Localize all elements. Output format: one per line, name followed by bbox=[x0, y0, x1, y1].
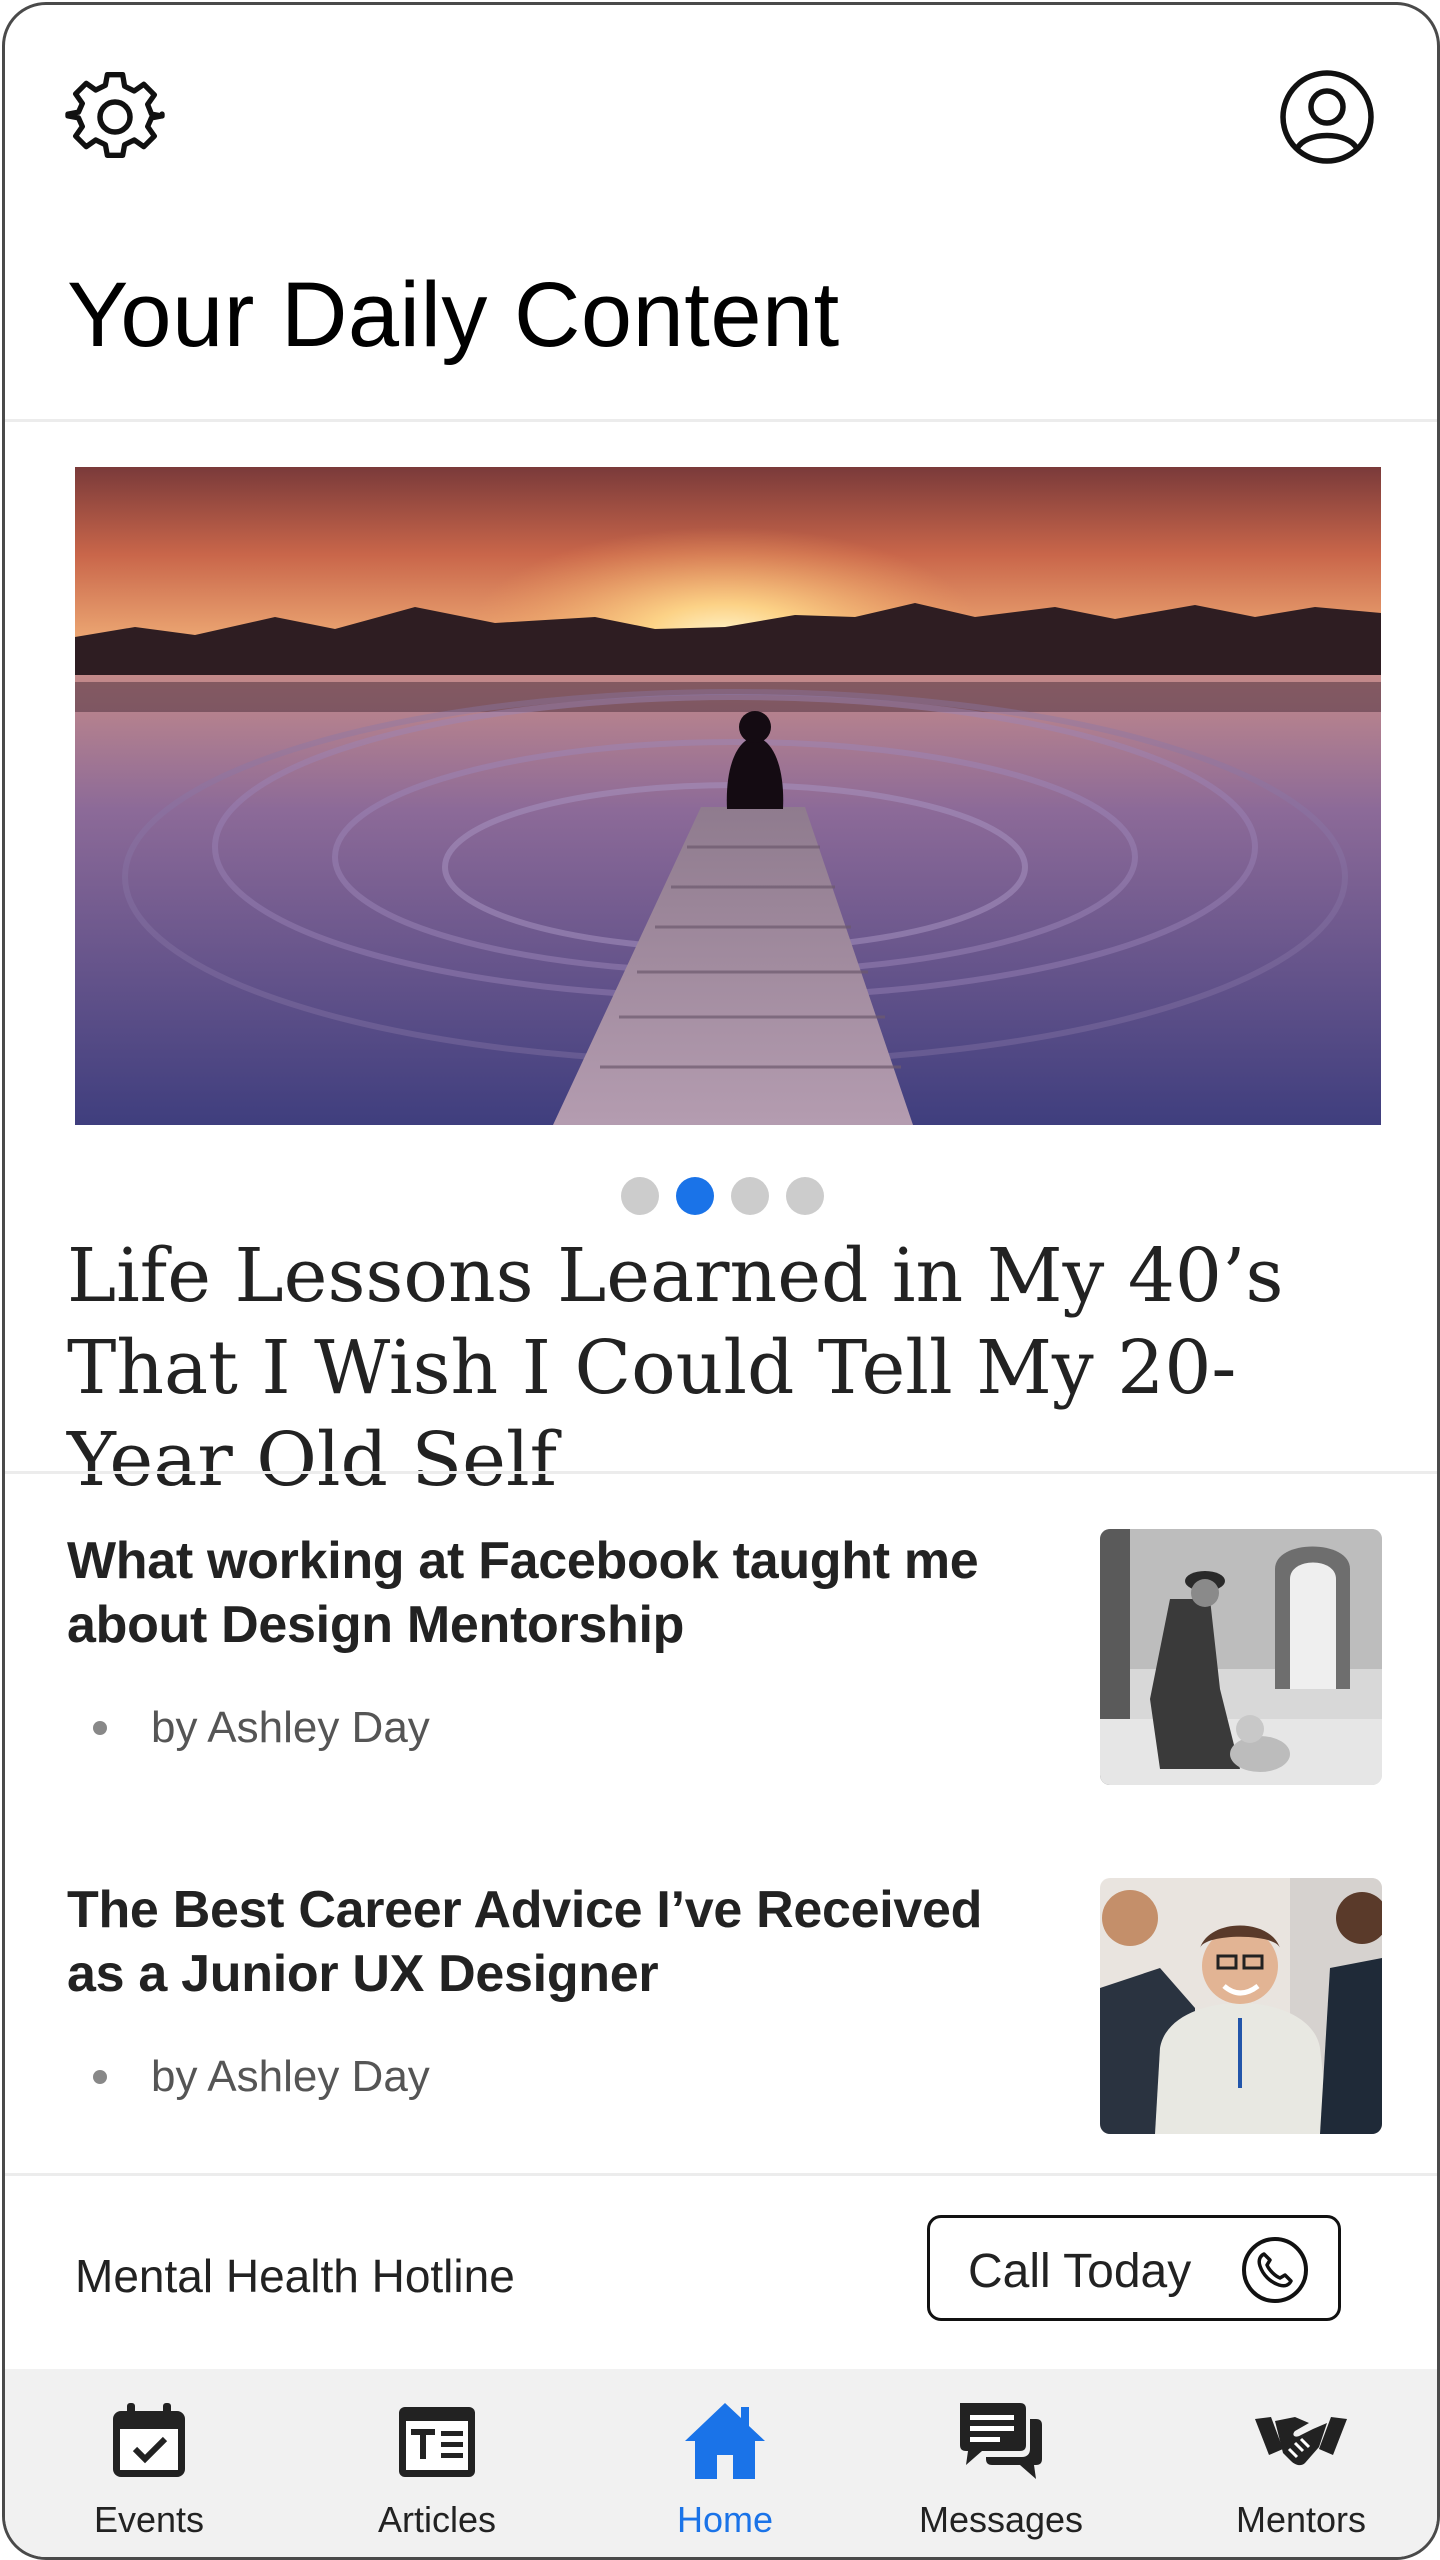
user-circle-icon bbox=[1280, 70, 1374, 164]
tab-mentors[interactable]: Mentors bbox=[1181, 2369, 1421, 2557]
calendar-check-icon bbox=[113, 2403, 185, 2477]
carousel-dot[interactable] bbox=[621, 1177, 659, 1215]
home-icon bbox=[685, 2403, 765, 2479]
divider bbox=[5, 1471, 1437, 1474]
bottom-tab-bar: Events Articles Home Messages Mentors bbox=[5, 2369, 1437, 2557]
tab-label: Mentors bbox=[1235, 2499, 1367, 2540]
man-with-dog-photo bbox=[1100, 1529, 1382, 1785]
bullet-icon bbox=[93, 2070, 107, 2084]
top-bar: Your Daily Content bbox=[5, 5, 1437, 366]
divider bbox=[5, 2173, 1437, 2176]
hero-image[interactable] bbox=[75, 467, 1381, 1125]
tab-messages[interactable]: Messages bbox=[881, 2369, 1121, 2557]
article-author: by Ashley Day bbox=[151, 2052, 430, 2101]
article-author: by Ashley Day bbox=[151, 1703, 430, 1752]
article-title: The Best Career Advice I’ve Received as … bbox=[67, 1881, 983, 2003]
tab-label: Articles bbox=[377, 2499, 497, 2540]
handshake-icon bbox=[1255, 2417, 1347, 2466]
chat-icon bbox=[960, 2403, 1042, 2479]
featured-article-title[interactable]: Life Lessons Learned in My 40’s That I W… bbox=[67, 1230, 1387, 1506]
page-title: Your Daily Content bbox=[67, 264, 840, 366]
article-title: What working at Facebook taught me about… bbox=[67, 1532, 979, 1654]
article-card[interactable]: The Best Career Advice I’ve Received as … bbox=[67, 1878, 1383, 2138]
article-meta: by Ashley Day bbox=[93, 2052, 430, 2102]
hotline-bar: Mental Health Hotline Call Today bbox=[5, 2173, 1437, 2369]
article-thumbnail bbox=[1100, 1529, 1382, 1785]
tab-label: Messages bbox=[918, 2499, 1084, 2540]
sunset-lake-photo bbox=[75, 467, 1381, 1125]
tab-home[interactable]: Home bbox=[605, 2369, 845, 2557]
phone-icon bbox=[1242, 2237, 1308, 2303]
networking-event-photo bbox=[1100, 1878, 1382, 2134]
divider bbox=[5, 419, 1437, 422]
tab-articles[interactable]: Articles bbox=[317, 2369, 557, 2557]
carousel-dots bbox=[621, 1177, 824, 1215]
app-screen: Your Daily Content Life Lessons Learned … bbox=[2, 2, 1440, 2560]
call-button-label: Call Today bbox=[968, 2245, 1192, 2298]
carousel-dot[interactable] bbox=[731, 1177, 769, 1215]
tab-events[interactable]: Events bbox=[29, 2369, 269, 2557]
article-icon bbox=[399, 2407, 475, 2477]
bullet-icon bbox=[93, 1721, 107, 1735]
hotline-label: Mental Health Hotline bbox=[75, 2250, 515, 2302]
carousel-dot[interactable] bbox=[786, 1177, 824, 1215]
tab-label: Home bbox=[676, 2499, 774, 2540]
article-card[interactable]: What working at Facebook taught me about… bbox=[67, 1529, 1383, 1789]
article-thumbnail bbox=[1100, 1878, 1382, 2134]
tab-label: Events bbox=[93, 2499, 205, 2540]
profile-button[interactable] bbox=[1277, 67, 1377, 167]
gear-icon bbox=[65, 72, 165, 158]
settings-button[interactable] bbox=[65, 67, 165, 167]
carousel-dot-active[interactable] bbox=[676, 1177, 714, 1215]
call-today-button[interactable]: Call Today bbox=[927, 2215, 1341, 2321]
article-meta: by Ashley Day bbox=[93, 1703, 430, 1753]
